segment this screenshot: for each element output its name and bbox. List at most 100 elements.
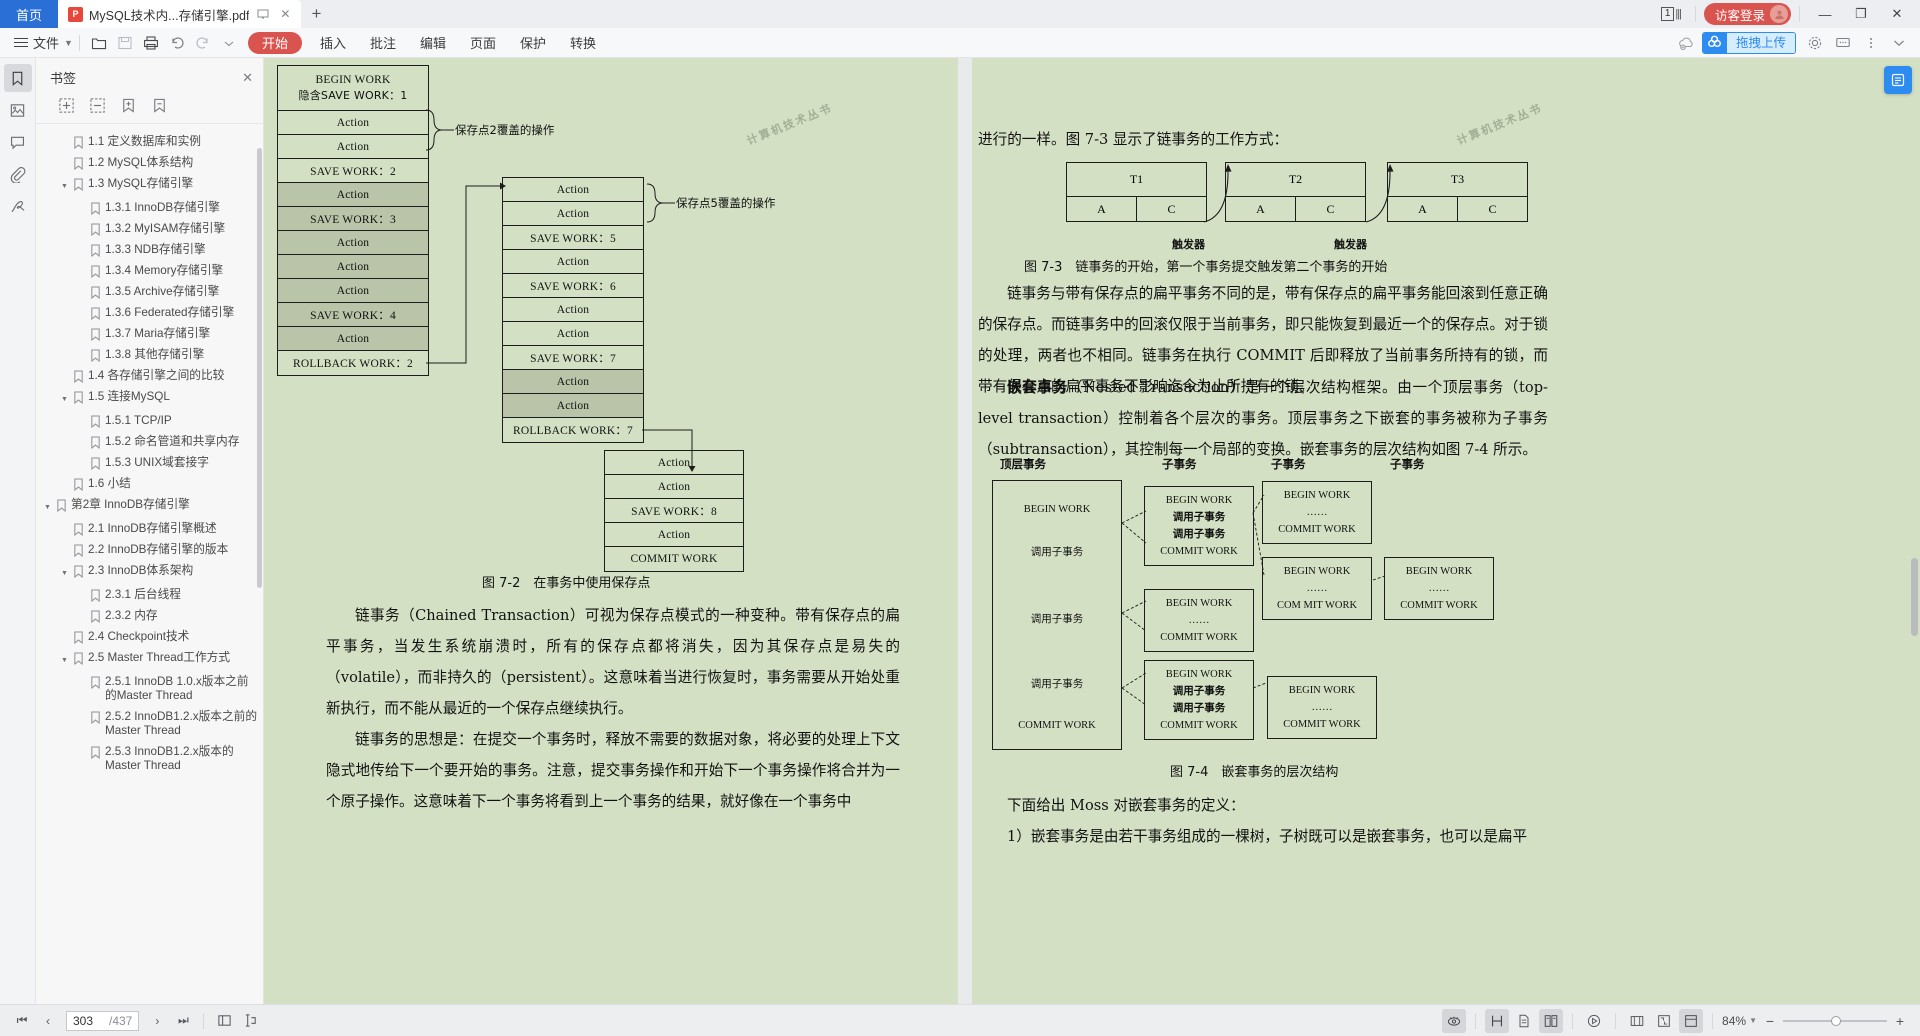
viewer-scrollbar[interactable]: [1911, 558, 1918, 636]
bookmark-item[interactable]: 1.5.1 TCP/IP: [36, 410, 263, 431]
expand-arrow-icon[interactable]: ▼: [59, 651, 70, 668]
pdf-page-left[interactable]: 计算机技术丛书 BEGIN WORK 隐含SAVE WORK：1 Action …: [264, 58, 958, 1004]
bookmark-panel-close-icon[interactable]: ✕: [242, 70, 253, 86]
tab-page[interactable]: 页面: [458, 31, 508, 55]
page-number-input[interactable]: [73, 1013, 109, 1028]
bookmark-item[interactable]: ▼ 1.3 MySQL存储引擎: [36, 173, 263, 197]
zoom-out-button[interactable]: −: [1760, 1013, 1780, 1029]
redo-icon[interactable]: [190, 31, 216, 55]
print-icon[interactable]: [138, 31, 164, 55]
bookmark-item[interactable]: 1.3.7 Maria存储引擎: [36, 323, 263, 344]
tab-present-icon[interactable]: [255, 6, 271, 22]
file-menu-button[interactable]: 文件 ▼: [8, 33, 73, 52]
feedback-chat-icon[interactable]: [1830, 31, 1856, 55]
window-list-button[interactable]: 1 |||: [1655, 7, 1687, 21]
cloud-sync-icon[interactable]: [1674, 31, 1700, 55]
settings-gear-icon[interactable]: [1802, 31, 1828, 55]
prev-page-button[interactable]: ‹: [36, 1009, 60, 1033]
add-bookmark-icon[interactable]: [120, 97, 137, 114]
expand-arrow-icon[interactable]: ▼: [42, 498, 53, 515]
bookmark-list[interactable]: 1.1 定义数据库和实例 1.2 MySQL体系结构 ▼ 1.3 MySQL存储引擎 1…: [36, 124, 263, 1004]
tab-protect[interactable]: 保护: [508, 31, 558, 55]
bookmark-item[interactable]: 1.3.1 InnoDB存储引擎: [36, 197, 263, 218]
expand-all-icon[interactable]: [58, 97, 75, 114]
bookmark-item[interactable]: 1.2 MySQL体系结构: [36, 152, 263, 173]
expand-arrow-icon[interactable]: ▼: [59, 177, 70, 194]
bookmark-item[interactable]: 2.3.2 内存: [36, 605, 263, 626]
tab-convert[interactable]: 转换: [558, 31, 608, 55]
drag-upload-button[interactable]: 拖拽上传: [1701, 31, 1796, 54]
bookmark-item[interactable]: 2.4 Checkpoint技术: [36, 626, 263, 647]
rail-attachment-icon[interactable]: [4, 160, 32, 188]
bookmark-item[interactable]: 1.5.3 UNIX域套接字: [36, 452, 263, 473]
bookmark-item[interactable]: 1.6 小结: [36, 473, 263, 494]
bookmark-item[interactable]: 1.3.4 Memory存储引擎: [36, 260, 263, 281]
presentation-icon[interactable]: [1582, 1009, 1606, 1033]
bookmark-item[interactable]: 1.3.5 Archive存储引擎: [36, 281, 263, 302]
open-file-icon[interactable]: [86, 31, 112, 55]
pdf-page-right[interactable]: 计算机技术丛书 进行的一样。图 7-3 显示了链事务的工作方式： T1 A C …: [972, 58, 1920, 1004]
zoom-level-dropdown[interactable]: 84% ▼: [1722, 1014, 1757, 1028]
single-page-icon[interactable]: [1485, 1008, 1510, 1033]
quick-access-chevron-icon[interactable]: [216, 31, 242, 55]
last-page-button[interactable]: ⏭: [171, 1009, 195, 1033]
new-tab-button[interactable]: +: [301, 0, 331, 28]
fit-width-icon[interactable]: [1625, 1009, 1649, 1033]
close-window-button[interactable]: ✕: [1880, 0, 1914, 28]
collapse-all-icon[interactable]: [89, 97, 106, 114]
bookmark-item[interactable]: ▼ 第2章 InnoDB存储引擎: [36, 494, 263, 518]
bookmark-item[interactable]: 1.3.3 NDB存储引擎: [36, 239, 263, 260]
minimize-button[interactable]: —: [1808, 0, 1842, 28]
bookmark-item[interactable]: ▼ 2.5 Master Thread工作方式: [36, 647, 263, 671]
home-tab[interactable]: 首页: [0, 0, 58, 28]
expand-arrow-icon[interactable]: ▼: [59, 564, 70, 581]
ocr-tool-button[interactable]: [1884, 66, 1912, 94]
edit-bookmark-icon[interactable]: [151, 97, 168, 114]
rail-thumbnail-icon[interactable]: [4, 96, 32, 124]
tab-insert[interactable]: 插入: [308, 31, 358, 55]
rail-signature-icon[interactable]: [4, 192, 32, 220]
document-tab[interactable]: P MySQL技术内...存储引擎.pdf ✕: [58, 0, 302, 28]
bookmark-item[interactable]: 2.5.3 InnoDB1.2.x版本的Master Thread: [36, 741, 263, 776]
zoom-slider[interactable]: [1783, 1014, 1887, 1028]
panel-toggle-icon[interactable]: [212, 1009, 236, 1033]
save-icon[interactable]: [112, 31, 138, 55]
first-page-button[interactable]: ⏮: [10, 1009, 34, 1033]
continuous-page-icon[interactable]: [1512, 1009, 1536, 1033]
bookmark-item[interactable]: 2.5.1 InnoDB 1.0.x版本之前的Master Thread: [36, 671, 263, 706]
more-options-icon[interactable]: [1858, 31, 1884, 55]
collapse-ribbon-icon[interactable]: [1886, 31, 1912, 55]
zoom-slider-knob[interactable]: [1831, 1015, 1841, 1026]
bookmark-item[interactable]: 1.3.8 其他存储引擎: [36, 344, 263, 365]
bookmark-scrollbar[interactable]: [257, 148, 262, 588]
zoom-in-button[interactable]: +: [1890, 1013, 1910, 1029]
bookmark-item[interactable]: 2.2 InnoDB存储引擎的版本: [36, 539, 263, 560]
text-select-icon[interactable]: [238, 1009, 262, 1033]
facing-page-icon[interactable]: [1539, 1008, 1564, 1033]
bookmark-item[interactable]: 1.5.2 命名管道和共享内存: [36, 431, 263, 452]
tab-close-icon[interactable]: ✕: [277, 6, 293, 22]
next-page-button[interactable]: ›: [145, 1009, 169, 1033]
read-mode-icon[interactable]: [1442, 1008, 1467, 1033]
fit-page-icon[interactable]: [1652, 1009, 1676, 1033]
page-number-box[interactable]: /437: [66, 1010, 140, 1031]
undo-icon[interactable]: [164, 31, 190, 55]
bookmark-item[interactable]: 1.1 定义数据库和实例: [36, 131, 263, 152]
bookmark-item[interactable]: 1.4 各存储引擎之间的比较: [36, 365, 263, 386]
tab-start[interactable]: 开始: [247, 31, 302, 54]
restore-button[interactable]: ❐: [1844, 0, 1878, 28]
tab-annotate[interactable]: 批注: [358, 31, 408, 55]
bookmark-item[interactable]: 2.1 InnoDB存储引擎概述: [36, 518, 263, 539]
bookmark-item[interactable]: 1.3.2 MyISAM存储引擎: [36, 218, 263, 239]
bookmark-item[interactable]: ▼ 1.5 连接MySQL: [36, 386, 263, 410]
crop-icon[interactable]: [1679, 1008, 1704, 1033]
rail-bookmark-icon[interactable]: [3, 64, 32, 92]
rail-comment-icon[interactable]: [4, 128, 32, 156]
expand-arrow-icon[interactable]: ▼: [59, 390, 70, 407]
bookmark-item[interactable]: 1.3.6 Federated存储引擎: [36, 302, 263, 323]
login-button[interactable]: 访客登录: [1703, 3, 1791, 25]
tab-edit[interactable]: 编辑: [408, 31, 458, 55]
bookmark-item[interactable]: ▼ 2.3 InnoDB体系架构: [36, 560, 263, 584]
bookmark-item[interactable]: 2.3.1 后台线程: [36, 584, 263, 605]
bookmark-item[interactable]: 2.5.2 InnoDB1.2.x版本之前的Master Thread: [36, 706, 263, 741]
